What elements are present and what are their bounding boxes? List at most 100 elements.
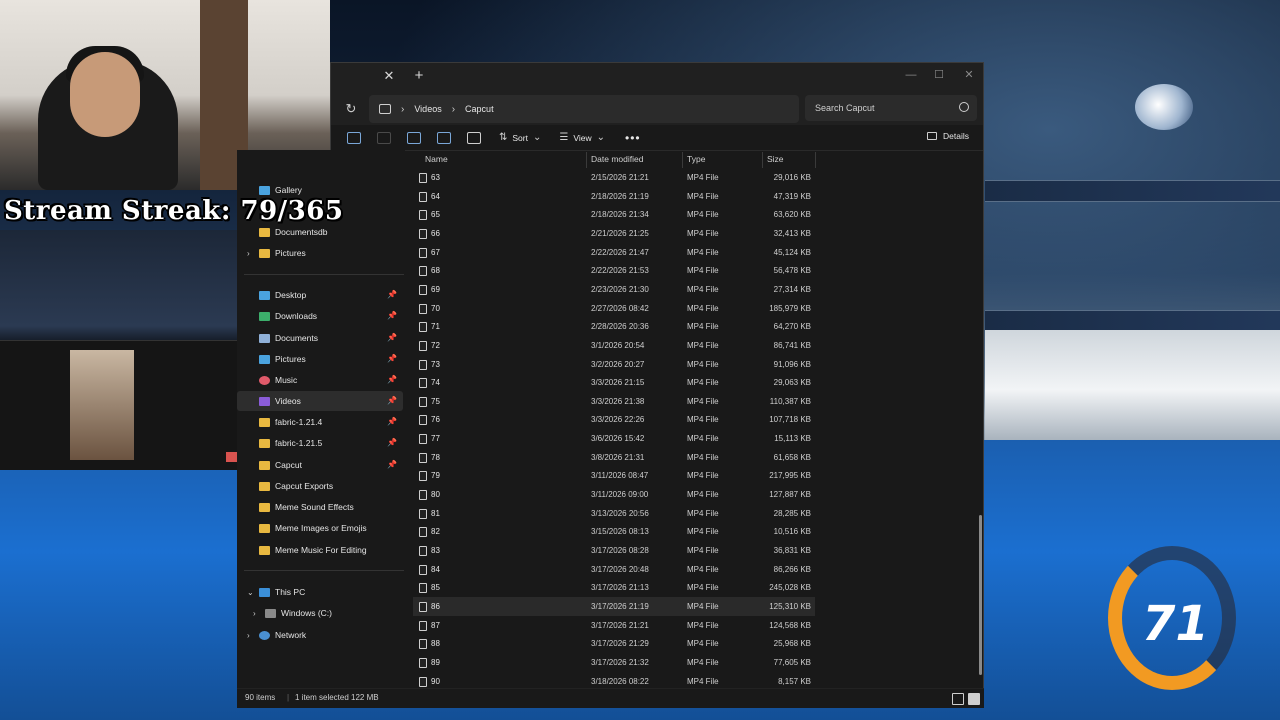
file-row[interactable]: 75 3/3/2026 21:38 MP4 File 110,387 KB [413, 392, 815, 411]
chevron-right-icon[interactable]: › [253, 609, 265, 618]
pin-icon[interactable]: 📌 [387, 375, 397, 384]
close-tab-icon[interactable]: ✕ [381, 68, 397, 84]
pin-icon[interactable]: 📌 [387, 333, 397, 342]
nav-item-documents[interactable]: Documents 📌 [237, 328, 403, 348]
pin-icon[interactable]: 📌 [387, 290, 397, 299]
new-folder-icon[interactable] [347, 131, 361, 144]
file-row[interactable]: 74 3/3/2026 21:15 MP4 File 29,063 KB [413, 373, 815, 392]
search-input[interactable]: Search Capcut [805, 95, 977, 121]
file-row[interactable]: 85 3/17/2026 21:13 MP4 File 245,028 KB [413, 578, 815, 597]
nav-item-capcut-exports[interactable]: Capcut Exports [237, 476, 403, 496]
nav-item-capcut[interactable]: Capcut 📌 [237, 455, 403, 475]
refresh-icon[interactable]: ↻ [343, 101, 359, 117]
file-row[interactable]: 81 3/13/2026 20:56 MP4 File 28,285 KB [413, 504, 815, 523]
column-separator[interactable] [815, 152, 816, 168]
column-type[interactable]: Type [687, 154, 705, 164]
file-size: 10,516 KB [773, 527, 811, 537]
nav-item-pictures[interactable]: Pictures 📌 [237, 349, 403, 369]
file-row[interactable]: 66 2/21/2026 21:25 MP4 File 32,413 KB [413, 224, 815, 243]
file-row[interactable]: 80 3/11/2026 09:00 MP4 File 127,887 KB [413, 485, 815, 504]
video-file-icon [419, 676, 427, 687]
file-row[interactable]: 63 2/15/2026 21:21 MP4 File 29,016 KB [413, 168, 815, 187]
breadcrumb-item-videos[interactable]: Videos [414, 104, 441, 114]
breadcrumb-item-capcut[interactable]: Capcut [465, 104, 494, 114]
column-name[interactable]: Name [425, 154, 448, 164]
pin-icon[interactable]: 📌 [387, 438, 397, 447]
column-separator[interactable] [682, 152, 683, 168]
nav-item-this-pc[interactable]: ⌄ This PC [237, 582, 403, 602]
file-row[interactable]: 69 2/23/2026 21:30 MP4 File 27,314 KB [413, 280, 815, 299]
chevron-right-icon[interactable]: › [247, 249, 259, 258]
pin-icon[interactable]: 📌 [387, 417, 397, 426]
video-file-icon [419, 657, 427, 668]
view-button[interactable]: ☰ View ⌄ [559, 132, 605, 143]
cut-icon[interactable] [377, 131, 391, 144]
vertical-scrollbar[interactable] [979, 515, 982, 675]
file-row[interactable]: 68 2/22/2026 21:53 MP4 File 56,478 KB [413, 261, 815, 280]
pin-icon[interactable]: 📌 [387, 460, 397, 469]
nav-item-downloads[interactable]: Downloads 📌 [237, 306, 403, 326]
file-size: 25,968 KB [773, 639, 811, 649]
breadcrumb[interactable]: › Videos › Capcut [369, 95, 799, 123]
nav-item-pictures-folder[interactable]: › Pictures [237, 243, 403, 263]
nav-item-label: Documents [275, 333, 318, 343]
file-row[interactable]: 64 2/18/2026 21:19 MP4 File 47,319 KB [413, 187, 815, 206]
tiles-view-icon[interactable] [968, 693, 980, 705]
nav-item-music[interactable]: Music 📌 [237, 370, 403, 390]
minimize-icon[interactable]: — [901, 66, 921, 84]
file-row[interactable]: 89 3/17/2026 21:32 MP4 File 77,605 KB [413, 653, 815, 672]
share-icon[interactable] [437, 131, 451, 144]
nav-item-meme-images[interactable]: Meme Images or Emojis [237, 518, 403, 538]
file-type: MP4 File [687, 340, 719, 350]
file-row[interactable]: 65 2/18/2026 21:34 MP4 File 63,620 KB [413, 205, 815, 224]
delete-icon[interactable] [467, 131, 481, 144]
copy-icon[interactable] [407, 131, 421, 144]
file-row[interactable]: 84 3/17/2026 20:48 MP4 File 86,266 KB [413, 560, 815, 579]
nav-item-desktop[interactable]: Desktop 📌 [237, 285, 403, 305]
column-separator[interactable] [586, 152, 587, 168]
file-row[interactable]: 76 3/3/2026 22:26 MP4 File 107,718 KB [413, 410, 815, 429]
file-date: 2/22/2026 21:53 [591, 266, 649, 276]
file-row[interactable]: 87 3/17/2026 21:21 MP4 File 124,568 KB [413, 616, 815, 635]
details-view-icon[interactable] [952, 693, 964, 705]
nav-item-fabric-1215[interactable]: fabric-1.21.5 📌 [237, 433, 403, 453]
more-options-icon[interactable]: ••• [625, 131, 641, 145]
file-list-header: Name Date modified Type Size [405, 150, 980, 168]
details-button[interactable]: Details [927, 131, 969, 141]
file-row[interactable]: 70 2/27/2026 08:42 MP4 File 185,979 KB [413, 299, 815, 318]
file-type: MP4 File [687, 266, 719, 276]
file-size: 125,310 KB [769, 601, 811, 611]
file-row[interactable]: 73 3/2/2026 20:27 MP4 File 91,096 KB [413, 355, 815, 374]
nav-item-fabric-1214[interactable]: fabric-1.21.4 📌 [237, 412, 403, 432]
maximize-icon[interactable]: ☐ [929, 66, 949, 84]
file-row[interactable]: 71 2/28/2026 20:36 MP4 File 64,270 KB [413, 317, 815, 336]
nav-item-network[interactable]: › Network [237, 625, 403, 645]
close-window-icon[interactable]: ✕ [959, 66, 979, 84]
file-row[interactable]: 79 3/11/2026 08:47 MP4 File 217,995 KB [413, 466, 815, 485]
new-tab-icon[interactable]: + [411, 68, 427, 84]
file-row[interactable]: 83 3/17/2026 08:28 MP4 File 36,831 KB [413, 541, 815, 560]
file-row[interactable]: 72 3/1/2026 20:54 MP4 File 86,741 KB [413, 336, 815, 355]
file-row[interactable]: 67 2/22/2026 21:47 MP4 File 45,124 KB [413, 243, 815, 262]
sort-button[interactable]: ⇅ Sort ⌄ [499, 132, 541, 143]
nav-item-meme-music[interactable]: Meme Music For Editing [237, 540, 403, 560]
column-size[interactable]: Size [767, 154, 784, 164]
chevron-down-icon[interactable]: ⌄ [247, 588, 259, 597]
file-name: 69 [431, 284, 440, 294]
chevron-right-icon[interactable]: › [247, 631, 259, 640]
nav-item-windows-c[interactable]: › Windows (C:) [237, 603, 403, 623]
file-size: 124,568 KB [769, 620, 811, 630]
pin-icon[interactable]: 📌 [387, 396, 397, 405]
file-row[interactable]: 86 3/17/2026 21:19 MP4 File 125,310 KB [413, 596, 815, 616]
status-bar: 90 items | 1 item selected 122 MB [237, 688, 984, 708]
column-date[interactable]: Date modified [591, 154, 643, 164]
pin-icon[interactable]: 📌 [387, 354, 397, 363]
nav-item-videos[interactable]: Videos 📌 [237, 391, 403, 411]
column-separator[interactable] [762, 152, 763, 168]
nav-item-meme-sound-effects[interactable]: Meme Sound Effects [237, 497, 403, 517]
file-row[interactable]: 78 3/8/2026 21:31 MP4 File 61,658 KB [413, 448, 815, 467]
file-row[interactable]: 88 3/17/2026 21:29 MP4 File 25,968 KB [413, 634, 815, 653]
pin-icon[interactable]: 📌 [387, 311, 397, 320]
file-row[interactable]: 77 3/6/2026 15:42 MP4 File 15,113 KB [413, 429, 815, 448]
file-row[interactable]: 82 3/15/2026 08:13 MP4 File 10,516 KB [413, 522, 815, 541]
